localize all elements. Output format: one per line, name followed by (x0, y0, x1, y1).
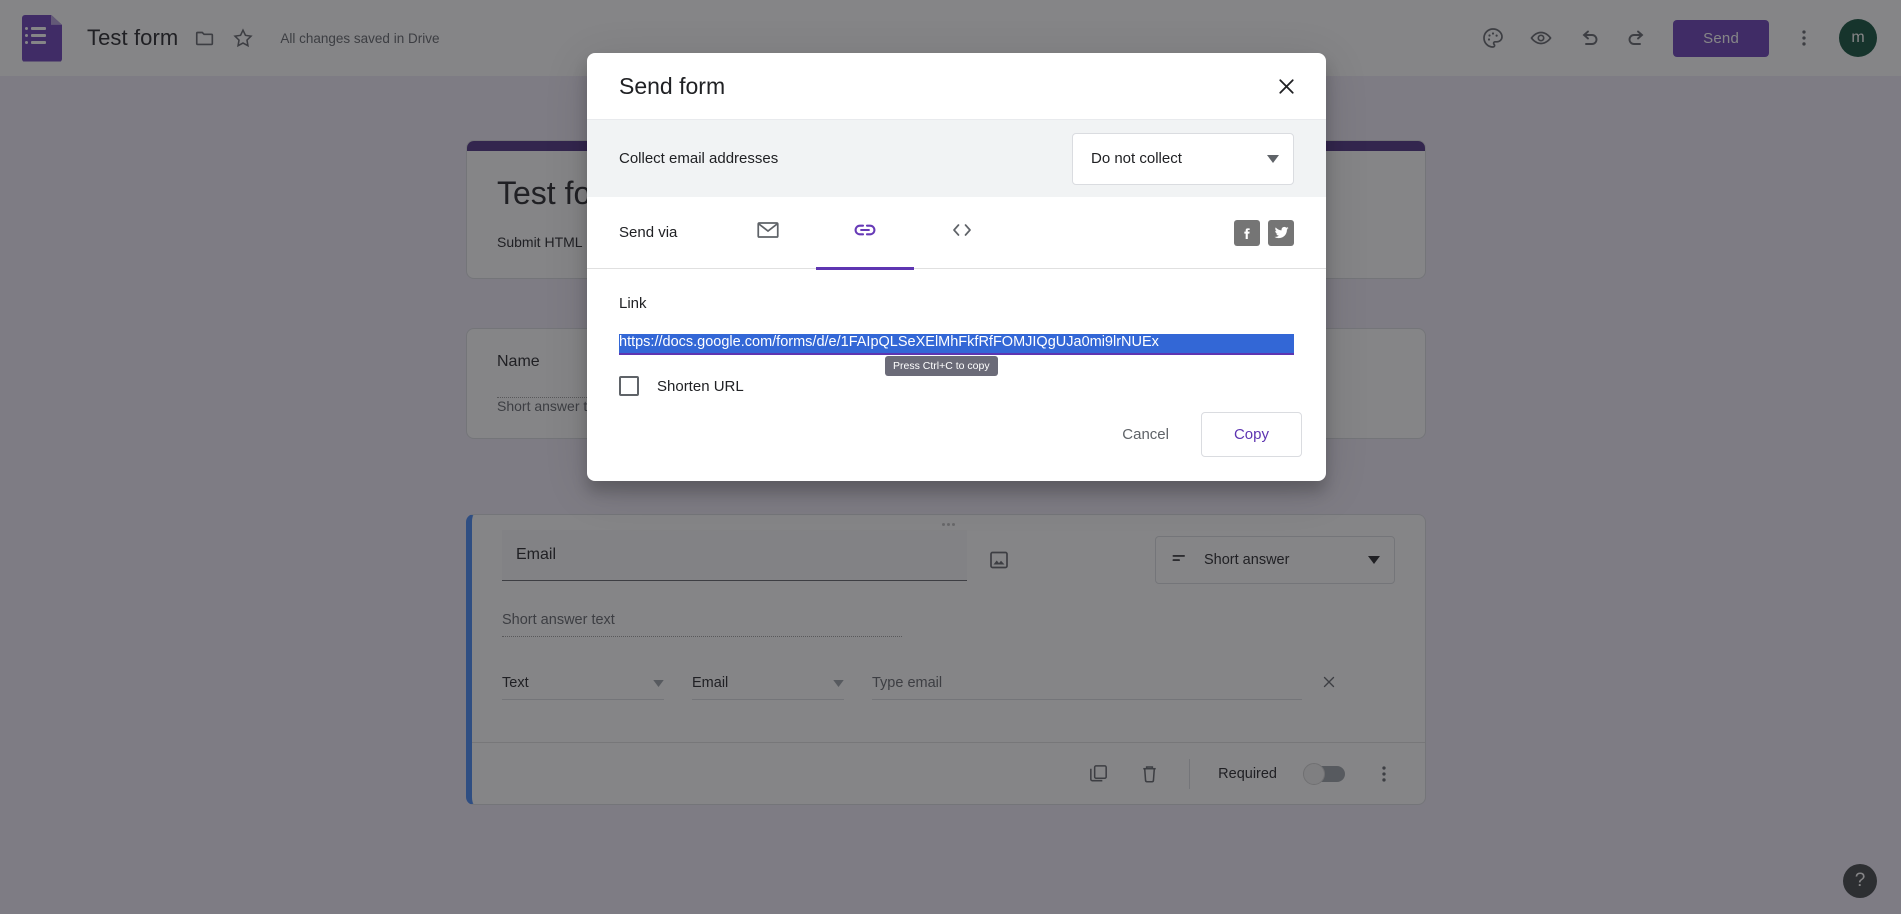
chevron-down-icon (1267, 150, 1279, 167)
collect-email-label: Collect email addresses (619, 150, 778, 167)
dialog-actions: Cancel Copy (587, 396, 1326, 481)
copy-button[interactable]: Copy (1201, 412, 1302, 457)
send-via-tabs (719, 197, 1010, 269)
tab-send-via-embed[interactable] (913, 197, 1010, 269)
copy-tooltip: Press Ctrl+C to copy (885, 356, 998, 376)
cancel-button[interactable]: Cancel (1102, 414, 1189, 455)
social-share-buttons (1234, 220, 1294, 246)
link-label: Link (619, 295, 1294, 312)
dialog-header: Send form (587, 53, 1326, 119)
shorten-url-checkbox[interactable] (619, 376, 639, 396)
code-brackets-icon (948, 218, 976, 247)
screen: Test form All changes saved in Drive (0, 0, 1901, 914)
tab-send-via-link[interactable] (816, 197, 913, 269)
facebook-icon[interactable] (1234, 220, 1260, 246)
send-form-dialog: Send form Collect email addresses Do not… (587, 53, 1326, 481)
close-icon[interactable] (1275, 75, 1298, 98)
link-input-wrap: https://docs.google.com/forms/d/e/1FAIpQ… (619, 334, 1294, 355)
collect-email-value: Do not collect (1091, 150, 1182, 167)
envelope-icon (755, 217, 781, 248)
tab-send-via-email[interactable] (719, 197, 816, 269)
link-input[interactable]: https://docs.google.com/forms/d/e/1FAIpQ… (619, 334, 1294, 353)
send-via-row: Send via (587, 197, 1326, 269)
shorten-url-label: Shorten URL (657, 378, 744, 395)
send-via-label: Send via (619, 224, 677, 241)
link-icon (852, 217, 878, 248)
dialog-title: Send form (619, 73, 725, 100)
shorten-url-row: Shorten URL (619, 376, 1294, 396)
twitter-icon[interactable] (1268, 220, 1294, 246)
collect-email-select[interactable]: Do not collect (1072, 133, 1294, 185)
collect-email-row: Collect email addresses Do not collect (587, 119, 1326, 197)
dialog-body: Link https://docs.google.com/forms/d/e/1… (587, 269, 1326, 396)
